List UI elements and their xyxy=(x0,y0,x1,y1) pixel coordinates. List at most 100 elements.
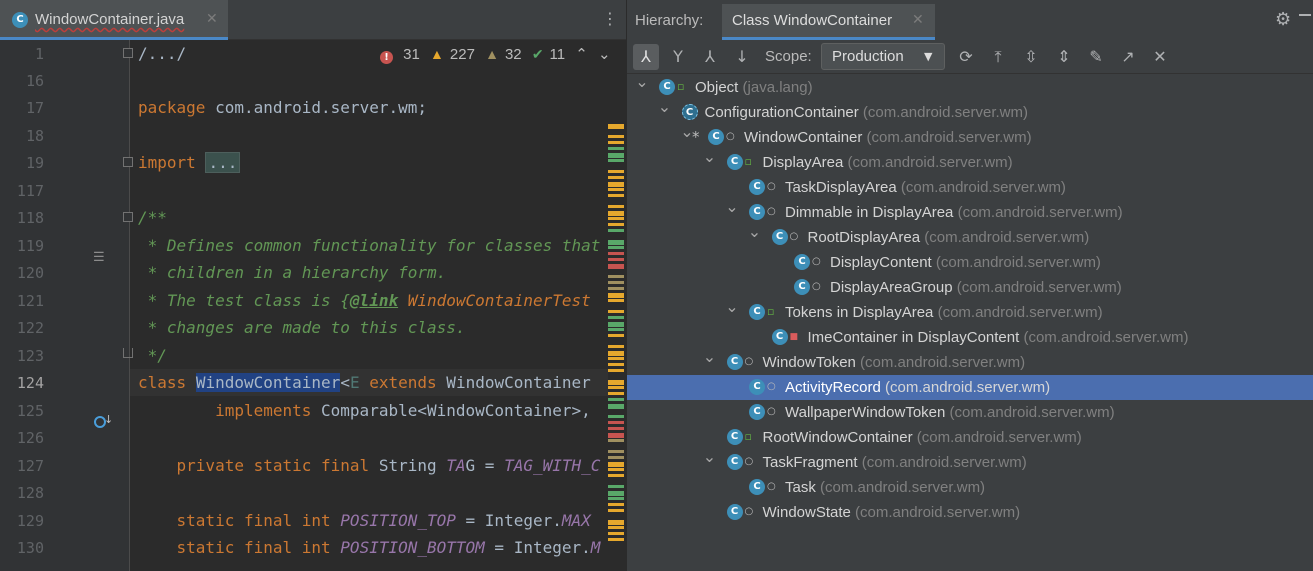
supertypes-hierarchy-icon[interactable]: Y xyxy=(665,44,691,70)
code-line[interactable]: static final int POSITION_BOTTOM = Integ… xyxy=(138,538,601,558)
warnings-count[interactable]: ▲ 227 xyxy=(430,46,475,63)
code-line-current[interactable]: class WindowContainer<E extends WindowCo… xyxy=(138,373,591,393)
stripe-mark[interactable] xyxy=(608,415,624,418)
stripe-mark[interactable] xyxy=(608,468,624,471)
tree-node-configurationcontainer[interactable]: ⌄ C ConfigurationContainer (com.android.se… xyxy=(627,98,1313,125)
tree-node-displayarea[interactable]: ⌄ C ▫ DisplayArea (com.android.server.wm) xyxy=(627,148,1313,175)
stripe-mark[interactable] xyxy=(608,456,624,459)
sort-alpha-icon[interactable]: ↓ xyxy=(729,44,755,70)
chevron-down-icon[interactable]: ⌄ xyxy=(725,198,739,216)
chevron-down-icon[interactable]: ⌄ xyxy=(748,223,762,241)
inspection-widget[interactable]: ! 31 ▲ 227 ▲ 32 ✔ 11 ⌃ ⌄ xyxy=(380,44,617,66)
stripe-mark[interactable] xyxy=(608,398,624,401)
stripe-mark[interactable] xyxy=(608,433,624,438)
subtypes-hierarchy-icon[interactable]: ⅄ xyxy=(633,44,659,70)
error-stripe-scrollbar[interactable] xyxy=(608,120,626,571)
stripe-mark[interactable] xyxy=(608,334,624,337)
stripe-mark[interactable] xyxy=(608,182,624,187)
tree-node-dimmable-in-displayarea[interactable]: ⌄ C ○ Dimmable in DisplayArea (com.android.… xyxy=(627,198,1313,225)
refresh-icon[interactable]: ⟳ xyxy=(953,44,979,70)
stripe-mark[interactable] xyxy=(608,386,624,389)
tree-node-task[interactable]: C ○ Task (com.android.server.wm) xyxy=(627,475,1313,500)
stripe-mark[interactable] xyxy=(608,427,624,430)
code-line[interactable]: private static final String TAG = TAG_WI… xyxy=(138,456,601,476)
stripe-mark[interactable] xyxy=(608,205,624,208)
stripe-mark[interactable] xyxy=(608,520,624,525)
stripe-mark[interactable] xyxy=(608,275,624,278)
errors-count[interactable]: ! 31 xyxy=(380,46,420,64)
stripe-mark[interactable] xyxy=(608,363,624,366)
tree-node-activityrecord[interactable]: C ○ ActivityRecord (com.android.server.wm) xyxy=(627,375,1313,400)
stripe-mark[interactable] xyxy=(608,538,624,541)
stripe-mark[interactable] xyxy=(608,188,624,191)
stripe-mark[interactable] xyxy=(608,462,624,467)
stripe-mark[interactable] xyxy=(608,281,624,284)
code-line[interactable]: * children in a hierarchy form. xyxy=(138,263,447,283)
tab-class-windowcontainer[interactable]: Class WindowContainer ✕ xyxy=(722,4,935,40)
file-tab-windowcontainer[interactable]: C WindowContainer.java ✕ xyxy=(0,0,228,40)
more-options-icon[interactable]: ⋮ xyxy=(602,10,618,28)
stripe-mark[interactable] xyxy=(608,211,624,216)
typos-count[interactable]: ✔ 11 xyxy=(532,46,565,63)
stripe-mark[interactable] xyxy=(608,176,624,179)
stripe-mark[interactable] xyxy=(608,147,624,150)
stripe-mark[interactable] xyxy=(608,345,624,348)
stripe-mark[interactable] xyxy=(608,287,624,290)
expand-all-icon[interactable]: ⇳ xyxy=(1018,44,1044,70)
go-to-implementation-icon[interactable]: ↓ xyxy=(104,414,113,426)
stripe-mark[interactable] xyxy=(608,229,624,232)
stripe-mark[interactable] xyxy=(608,240,624,245)
close-icon[interactable]: ✕ xyxy=(912,12,924,28)
stripe-mark[interactable] xyxy=(608,380,624,385)
tree-node-tokens-in-displayarea[interactable]: ⌄ C ▫ Tokens in DisplayArea (com.android.se… xyxy=(627,298,1313,325)
stripe-mark[interactable] xyxy=(608,310,624,313)
fold-toggle-icon[interactable] xyxy=(123,48,133,58)
scope-dropdown[interactable]: Production ▼ xyxy=(821,43,945,70)
fold-toggle-icon[interactable] xyxy=(123,157,133,167)
tree-node-taskfragment[interactable]: ⌄ C ○ TaskFragment (com.android.server.wm) xyxy=(627,448,1313,475)
export-icon[interactable]: ↗ xyxy=(1115,44,1141,70)
tree-node-imecontainer-in-displaycontent[interactable]: C ■ ImeContainer in DisplayContent (com.an… xyxy=(627,325,1313,350)
stripe-mark[interactable] xyxy=(608,299,624,302)
code-editor[interactable]: C WindowContainer.java ✕ ⋮ 1 16 17 18 19… xyxy=(0,0,626,571)
stripe-mark[interactable] xyxy=(608,153,624,158)
code-line[interactable]: /.../ xyxy=(138,44,186,64)
tree-node-rootwindowcontainer[interactable]: C ▫ RootWindowContainer (com.android.serve… xyxy=(627,425,1313,450)
weak-warnings-count[interactable]: ▲ 32 xyxy=(485,46,522,63)
stripe-mark[interactable] xyxy=(608,124,624,129)
chevron-down-icon[interactable]: ⌄ xyxy=(658,98,672,116)
stripe-mark[interactable] xyxy=(608,474,624,477)
stripe-mark[interactable] xyxy=(608,369,624,372)
stripe-mark[interactable] xyxy=(608,532,624,535)
code-line[interactable]: * Defines common functionality for class… xyxy=(138,236,601,256)
tree-node-rootdisplayarea[interactable]: ⌄ C ○ RootDisplayArea (com.android.server.w… xyxy=(627,223,1313,250)
gear-icon[interactable]: ⚙ xyxy=(1275,10,1291,30)
code-line[interactable]: import ... xyxy=(138,152,241,173)
tree-node-windowcontainer[interactable]: ⌄ * C ○ WindowContainer (com.android.server.… xyxy=(627,123,1313,150)
hide-icon[interactable] xyxy=(1299,14,1311,16)
stripe-mark[interactable] xyxy=(608,328,624,331)
chevron-down-icon[interactable]: ⌄ xyxy=(703,348,717,366)
stripe-mark[interactable] xyxy=(608,503,624,506)
stripe-mark[interactable] xyxy=(608,293,624,298)
chevron-down-icon[interactable]: ⌄ xyxy=(635,73,649,91)
close-icon[interactable]: ✕ xyxy=(206,11,218,27)
stripe-mark[interactable] xyxy=(608,497,624,500)
stripe-mark[interactable] xyxy=(608,258,624,261)
autoscroll-to-source-icon[interactable]: ⤒ xyxy=(985,44,1011,70)
code-line[interactable]: */ xyxy=(138,346,167,366)
code-line[interactable]: /** xyxy=(138,208,167,228)
chevron-down-icon[interactable]: ⌄ xyxy=(703,148,717,166)
render-doc-icon[interactable]: ☰ xyxy=(93,251,105,265)
stripe-mark[interactable] xyxy=(608,223,624,226)
stripe-mark[interactable] xyxy=(608,246,624,249)
stripe-mark[interactable] xyxy=(608,252,624,255)
stripe-mark[interactable] xyxy=(608,159,624,162)
close-icon[interactable]: ✕ xyxy=(1147,44,1173,70)
code-line[interactable]: * changes are made to this class. xyxy=(138,318,466,338)
stripe-mark[interactable] xyxy=(608,322,624,327)
stripe-mark[interactable] xyxy=(608,357,624,360)
stripe-mark[interactable] xyxy=(608,351,624,356)
fold-end-icon[interactable] xyxy=(123,348,133,358)
stripe-mark[interactable] xyxy=(608,316,624,319)
